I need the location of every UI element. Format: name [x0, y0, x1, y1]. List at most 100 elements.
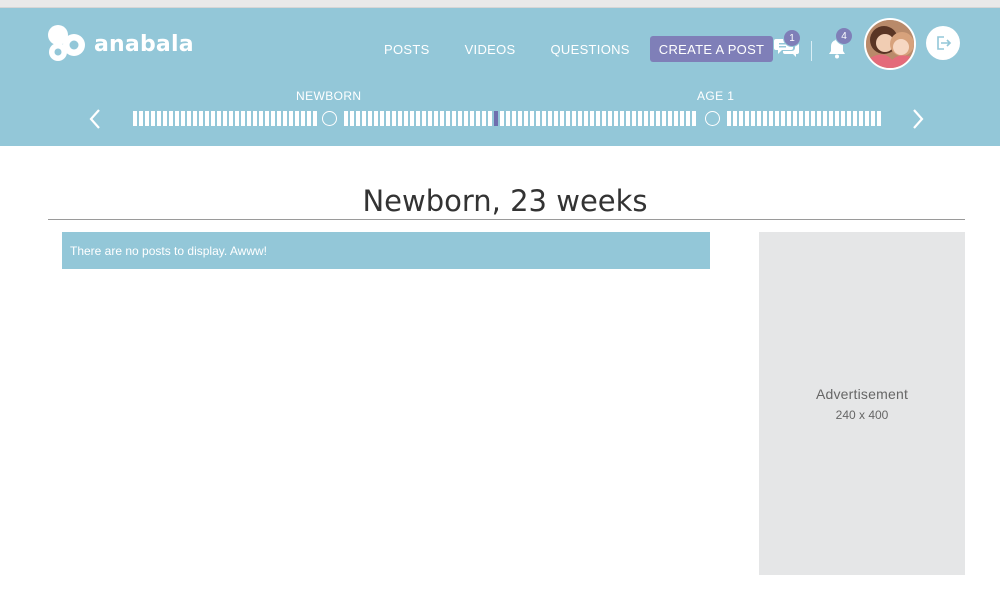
timeline-milestone-newborn[interactable]	[322, 111, 337, 126]
timeline-week-tick[interactable]	[199, 111, 203, 126]
timeline-week-tick[interactable]	[572, 111, 576, 126]
timeline-week-tick[interactable]	[829, 111, 833, 126]
timeline-week-tick[interactable]	[638, 111, 642, 126]
timeline-week-tick[interactable]	[470, 111, 474, 126]
timeline-week-tick[interactable]	[277, 111, 281, 126]
timeline-week-tick[interactable]	[145, 111, 149, 126]
timeline-week-tick[interactable]	[301, 111, 305, 126]
timeline-week-tick[interactable]	[386, 111, 390, 126]
timeline-week-current[interactable]	[494, 111, 498, 126]
timeline-week-tick[interactable]	[139, 111, 143, 126]
timeline-week-tick[interactable]	[151, 111, 155, 126]
timeline-week-tick[interactable]	[452, 111, 456, 126]
timeline-week-tick[interactable]	[223, 111, 227, 126]
timeline-week-tick[interactable]	[163, 111, 167, 126]
timeline-week-tick[interactable]	[745, 111, 749, 126]
timeline-week-tick[interactable]	[434, 111, 438, 126]
timeline-week-tick[interactable]	[680, 111, 684, 126]
timeline-week-tick[interactable]	[362, 111, 366, 126]
timeline-week-tick[interactable]	[865, 111, 869, 126]
timeline-week-tick[interactable]	[350, 111, 354, 126]
timeline-week-tick[interactable]	[644, 111, 648, 126]
timeline-week-tick[interactable]	[428, 111, 432, 126]
timeline-week-tick[interactable]	[133, 111, 137, 126]
timeline-week-tick[interactable]	[692, 111, 696, 126]
timeline-week-tick[interactable]	[835, 111, 839, 126]
timeline-week-tick[interactable]	[157, 111, 161, 126]
timeline-week-tick[interactable]	[787, 111, 791, 126]
timeline-week-tick[interactable]	[416, 111, 420, 126]
timeline-week-tick[interactable]	[847, 111, 851, 126]
timeline-week-tick[interactable]	[590, 111, 594, 126]
timeline-week-tick[interactable]	[392, 111, 396, 126]
timeline-prev-arrow-icon[interactable]	[88, 108, 102, 130]
timeline-week-tick[interactable]	[584, 111, 588, 126]
timeline-week-tick[interactable]	[793, 111, 797, 126]
create-post-button[interactable]: CREATE A POST	[649, 36, 774, 62]
logout-button[interactable]	[926, 26, 960, 60]
timeline-week-tick[interactable]	[247, 111, 251, 126]
timeline-week-tick[interactable]	[596, 111, 600, 126]
timeline-week-tick[interactable]	[811, 111, 815, 126]
timeline-week-tick[interactable]	[674, 111, 678, 126]
timeline-week-tick[interactable]	[283, 111, 287, 126]
timeline-week-tick[interactable]	[751, 111, 755, 126]
timeline-week-tick[interactable]	[265, 111, 269, 126]
advertisement-slot[interactable]: Advertisement 240 x 400	[759, 232, 965, 575]
timeline-week-tick[interactable]	[344, 111, 348, 126]
timeline-week-tick[interactable]	[823, 111, 827, 126]
timeline-week-tick[interactable]	[217, 111, 221, 126]
timeline-week-tick[interactable]	[259, 111, 263, 126]
nav-videos[interactable]: VIDEOS	[465, 42, 516, 57]
timeline-week-tick[interactable]	[662, 111, 666, 126]
timeline-week-tick[interactable]	[775, 111, 779, 126]
timeline-week-tick[interactable]	[859, 111, 863, 126]
timeline-week-tick[interactable]	[757, 111, 761, 126]
timeline-week-tick[interactable]	[295, 111, 299, 126]
timeline-week-tick[interactable]	[524, 111, 528, 126]
timeline-week-tick[interactable]	[289, 111, 293, 126]
timeline-week-tick[interactable]	[620, 111, 624, 126]
timeline-week-tick[interactable]	[307, 111, 311, 126]
timeline-week-tick[interactable]	[763, 111, 767, 126]
timeline-week-tick[interactable]	[356, 111, 360, 126]
timeline-week-tick[interactable]	[241, 111, 245, 126]
timeline-week-tick[interactable]	[632, 111, 636, 126]
timeline-week-tick[interactable]	[464, 111, 468, 126]
timeline-week-tick[interactable]	[769, 111, 773, 126]
timeline-week-tick[interactable]	[205, 111, 209, 126]
timeline-week-tick[interactable]	[506, 111, 510, 126]
timeline-week-tick[interactable]	[313, 111, 317, 126]
timeline-week-tick[interactable]	[727, 111, 731, 126]
timeline-week-tick[interactable]	[799, 111, 803, 126]
timeline-week-tick[interactable]	[805, 111, 809, 126]
timeline-next-arrow-icon[interactable]	[911, 108, 925, 130]
timeline-week-tick[interactable]	[656, 111, 660, 126]
timeline-week-tick[interactable]	[554, 111, 558, 126]
timeline-week-tick[interactable]	[229, 111, 233, 126]
timeline-week-tick[interactable]	[781, 111, 785, 126]
timeline-week-tick[interactable]	[374, 111, 378, 126]
notifications-button[interactable]: 4	[826, 27, 854, 60]
anabala-logo[interactable]: anabala	[46, 23, 194, 65]
timeline-week-tick[interactable]	[548, 111, 552, 126]
timeline-week-tick[interactable]	[542, 111, 546, 126]
timeline-week-tick[interactable]	[181, 111, 185, 126]
timeline-week-tick[interactable]	[668, 111, 672, 126]
timeline-week-tick[interactable]	[211, 111, 215, 126]
timeline-week-tick[interactable]	[739, 111, 743, 126]
timeline-week-tick[interactable]	[169, 111, 173, 126]
timeline-week-tick[interactable]	[560, 111, 564, 126]
timeline-week-tick[interactable]	[877, 111, 881, 126]
timeline-week-tick[interactable]	[404, 111, 408, 126]
timeline-week-tick[interactable]	[380, 111, 384, 126]
timeline-week-tick[interactable]	[476, 111, 480, 126]
timeline-week-tick[interactable]	[871, 111, 875, 126]
timeline-week-tick[interactable]	[512, 111, 516, 126]
timeline-week-tick[interactable]	[626, 111, 630, 126]
timeline-week-tick[interactable]	[530, 111, 534, 126]
timeline-week-tick[interactable]	[686, 111, 690, 126]
timeline-week-tick[interactable]	[614, 111, 618, 126]
timeline-week-tick[interactable]	[536, 111, 540, 126]
timeline-week-tick[interactable]	[446, 111, 450, 126]
